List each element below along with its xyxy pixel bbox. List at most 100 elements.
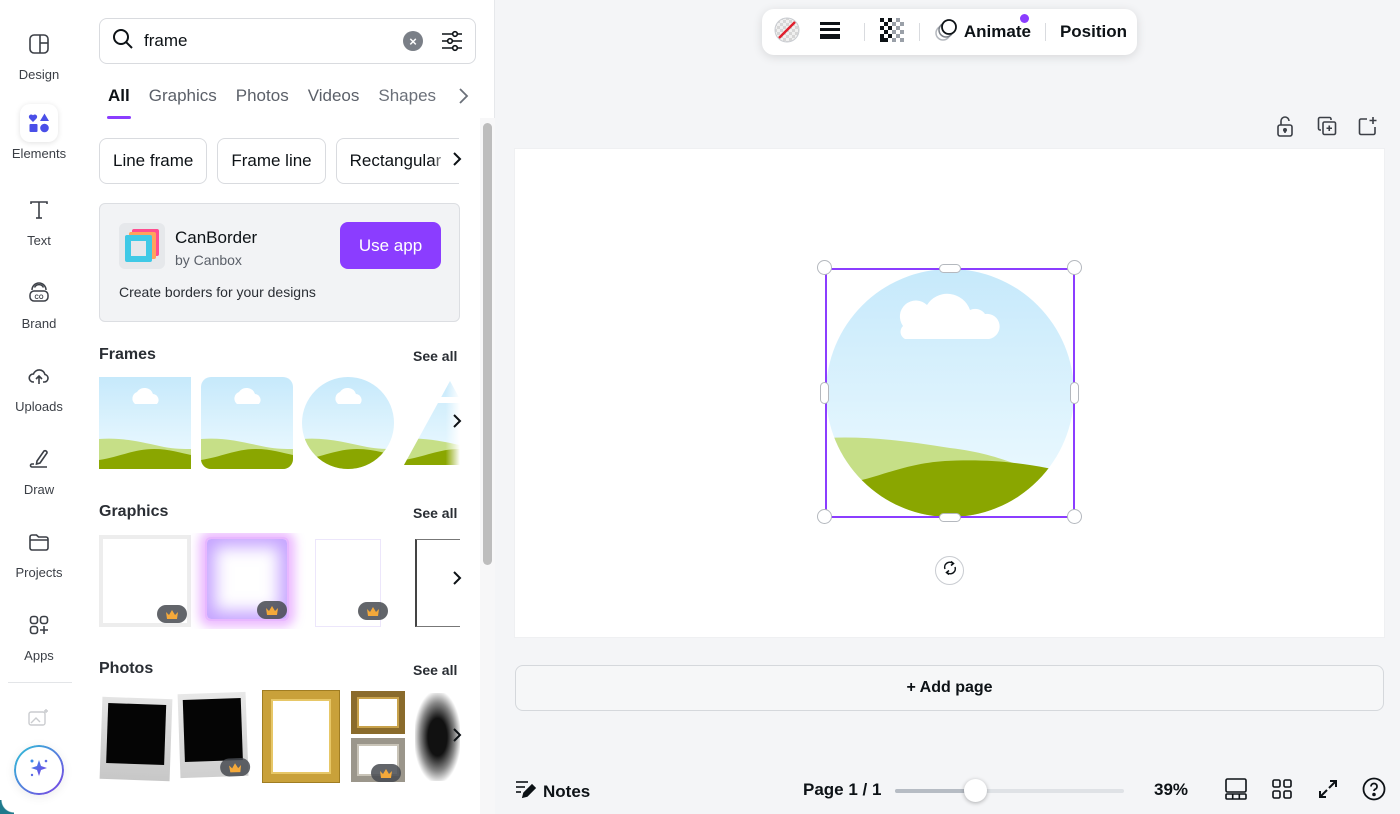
chip-line-frame[interactable]: Line frame	[99, 138, 208, 184]
help-button[interactable]	[1361, 777, 1387, 806]
tab-all[interactable]: All	[107, 84, 131, 120]
context-toolbar: Animate Position	[762, 9, 1137, 55]
frame-thumb-rounded[interactable]	[201, 377, 293, 469]
app-description: Create borders for your designs	[119, 284, 316, 300]
rail-item-elements[interactable]: Elements	[0, 104, 78, 161]
lock-page-button[interactable]	[1273, 115, 1297, 140]
graphic-thumb-thin-frame[interactable]	[315, 539, 388, 627]
chevron-right-icon	[451, 726, 463, 749]
tab-photos[interactable]: Photos	[236, 84, 289, 120]
premium-crown-icon	[157, 605, 187, 623]
rail-item-text[interactable]: Text	[0, 191, 78, 248]
toolbar-divider	[918, 23, 920, 41]
position-button[interactable]: Position	[1060, 15, 1127, 49]
app-name: CanBorder	[175, 228, 258, 247]
resize-handle-right[interactable]	[1070, 382, 1079, 404]
use-app-button[interactable]: Use app	[340, 222, 441, 269]
position-label: Position	[1059, 22, 1127, 41]
rail-divider	[8, 682, 72, 683]
animate-button[interactable]: Animate	[934, 15, 1031, 49]
page-indicator[interactable]: Page 1 / 1	[803, 780, 881, 800]
tab-graphics[interactable]: Graphics	[149, 84, 217, 120]
chevron-right-icon	[451, 569, 463, 592]
chevron-right-icon	[451, 412, 463, 435]
chip-frame-line[interactable]: Frame line	[217, 138, 326, 184]
rail-item-uploads[interactable]: Uploads	[0, 357, 78, 414]
photo-thumb-bronze-frame[interactable]	[351, 691, 405, 734]
elements-panel: × All Graphics Photos Videos Shapes Line…	[78, 0, 495, 814]
resize-handle-top-left[interactable]	[817, 260, 832, 275]
frames-see-all-link[interactable]: See all	[413, 348, 457, 364]
filter-icon[interactable]	[441, 30, 463, 52]
no-color-icon	[774, 17, 800, 48]
search-icon	[112, 28, 134, 55]
notes-icon	[515, 779, 537, 804]
transparency-button[interactable]	[879, 15, 905, 49]
photo-thumb-silver-frame[interactable]	[351, 738, 405, 782]
svg-text:CO: CO	[35, 295, 44, 301]
resize-handle-top-right[interactable]	[1067, 260, 1082, 275]
grid-icon	[1271, 778, 1293, 805]
help-icon	[1362, 777, 1386, 806]
border-style-button[interactable]	[810, 15, 850, 49]
tab-videos[interactable]: Videos	[308, 84, 360, 120]
filmstrip-icon	[1224, 777, 1248, 805]
clear-search-icon[interactable]: ×	[403, 31, 423, 51]
circle-frame-element[interactable]	[825, 268, 1075, 518]
grid-view-button[interactable]	[1269, 778, 1295, 804]
rotate-handle[interactable]	[935, 556, 964, 585]
frames-next-button[interactable]	[433, 405, 463, 441]
resize-handle-bottom-right[interactable]	[1067, 509, 1082, 524]
rail-item-draw[interactable]: Draw	[0, 440, 78, 497]
expand-icon	[1317, 778, 1339, 805]
tab-shapes[interactable]: Shapes	[378, 84, 436, 120]
panel-scrollbar[interactable]	[483, 123, 492, 565]
canborder-logo-icon	[119, 223, 165, 269]
photos-see-all-link[interactable]: See all	[413, 662, 457, 678]
rail-item-apps[interactable]: Apps	[0, 606, 78, 663]
zoom-slider[interactable]	[895, 779, 1124, 802]
add-page-button[interactable]: + Add page	[515, 665, 1384, 711]
frame-thumb-square[interactable]	[99, 377, 191, 469]
graphics-next-button[interactable]	[433, 562, 463, 598]
chips-next-button[interactable]	[433, 140, 463, 182]
duplicate-page-button[interactable]	[1315, 116, 1339, 140]
tabs-next-button[interactable]	[456, 86, 470, 111]
resize-handle-bottom[interactable]	[939, 513, 961, 522]
chevron-right-icon	[456, 88, 470, 110]
app-promo-card[interactable]: CanBorder by Canbox Create borders for y…	[99, 203, 460, 322]
page-thumbnails-button[interactable]	[1223, 777, 1249, 805]
zoom-slider-handle[interactable]	[963, 779, 987, 802]
duplicate-icon	[1317, 116, 1337, 141]
apps-icon	[20, 606, 58, 644]
photo-thumb-polaroid-1[interactable]	[99, 696, 173, 782]
magic-media-icon[interactable]	[28, 708, 50, 733]
rail-label: Text	[27, 233, 51, 248]
zoom-percentage[interactable]: 39%	[1154, 780, 1188, 800]
rail-label: Projects	[15, 565, 63, 580]
resize-handle-left[interactable]	[820, 382, 829, 404]
premium-crown-icon	[257, 601, 287, 619]
border-color-button[interactable]	[772, 15, 802, 49]
magic-assistant-button[interactable]	[14, 745, 64, 795]
rail-label: Brand	[21, 316, 57, 331]
add-page-icon-button[interactable]	[1356, 116, 1380, 140]
frame-thumb-circle[interactable]	[302, 377, 394, 469]
resize-handle-bottom-left[interactable]	[817, 509, 832, 524]
search-input[interactable]	[144, 31, 403, 51]
photo-thumb-gold-frame[interactable]	[262, 690, 340, 783]
graphics-see-all-link[interactable]: See all	[413, 505, 457, 521]
fullscreen-button[interactable]	[1315, 778, 1341, 804]
photo-thumb-polaroid-2[interactable]	[177, 691, 251, 779]
premium-crown-icon	[219, 757, 251, 777]
section-title-frames: Frames	[99, 346, 156, 363]
notes-button[interactable]: Notes	[515, 779, 590, 804]
elements-icon	[20, 104, 58, 142]
graphic-thumb-white-frame[interactable]	[99, 535, 191, 627]
rail-item-projects[interactable]: Projects	[0, 523, 78, 580]
graphic-thumb-neon-frame[interactable]	[205, 537, 289, 621]
resize-handle-top[interactable]	[939, 264, 961, 273]
rail-item-brand[interactable]: CO Brand	[0, 274, 78, 331]
rail-item-design[interactable]: Design	[0, 25, 78, 82]
photos-next-button[interactable]	[433, 719, 463, 755]
